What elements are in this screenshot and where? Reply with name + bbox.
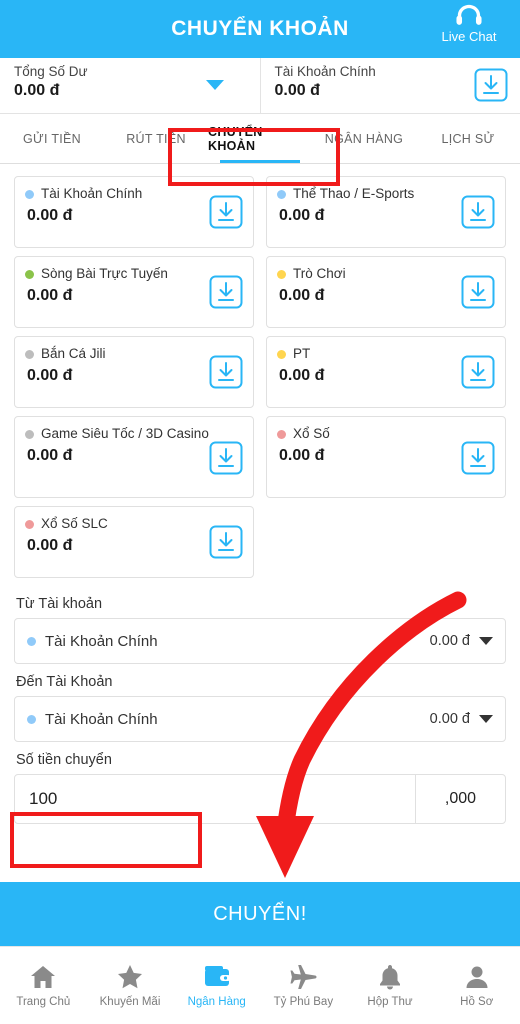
home-icon (29, 963, 57, 991)
main-account-label: Tài Khoản Chính (274, 64, 376, 79)
person-icon (463, 963, 491, 991)
wallet-name: Xổ Số SLC (41, 516, 108, 531)
wallet-card[interactable]: PT 0.00 đ (266, 336, 506, 408)
download-icon[interactable] (209, 195, 243, 229)
wallet-card[interactable]: Bắn Cá Jili 0.00 đ (14, 336, 254, 408)
tab-ngan-hang[interactable]: NGÂN HÀNG (312, 114, 416, 163)
headset-icon (454, 3, 484, 29)
chevron-down-icon[interactable] (479, 715, 493, 723)
nav-item-hop-thu[interactable]: Hộp Thư (347, 947, 434, 1024)
status-dot (277, 270, 286, 279)
status-dot (25, 190, 34, 199)
download-icon[interactable] (209, 355, 243, 389)
download-icon[interactable] (461, 441, 495, 475)
amount-suffix: ,000 (415, 775, 505, 823)
status-dot (277, 190, 286, 199)
download-icon[interactable] (209, 275, 243, 309)
nav-item-ho-so[interactable]: Hồ Sơ (433, 947, 520, 1024)
nav-item-trang-chu[interactable]: Trang Chủ (0, 947, 87, 1024)
download-icon[interactable] (209, 441, 243, 475)
nav-item-ty-phu-bay[interactable]: Tỷ Phú Bay (260, 947, 347, 1024)
wallet-name: Xổ Số (293, 426, 330, 441)
wallet-name: PT (293, 346, 311, 361)
nav-item-khuyen-mai[interactable]: Khuyến Mãi (87, 947, 174, 1024)
to-account-value: Tài Khoản Chính (45, 710, 158, 728)
app-root: CHUYỂN KHOẢN Live Chat Tổng Số Dư 0.00 đ… (0, 0, 520, 1024)
wallet-name: Game Siêu Tốc / 3D Casino (41, 426, 209, 441)
total-balance-label: Tổng Số Dư (14, 64, 88, 79)
tab-gui-tien[interactable]: GỬI TIỀN (0, 114, 104, 163)
amount-field-row: ,000 (14, 774, 506, 824)
main-account-value: 0.00 đ (274, 82, 320, 99)
bottom-nav: Trang Chủ Khuyến Mãi Ngân Hàng Tỷ Phú Ba… (0, 946, 520, 1024)
from-account-label: Từ Tài khoản (16, 596, 103, 612)
wallet-name: Bắn Cá Jili (41, 346, 106, 361)
wallet-card[interactable]: Tài Khoản Chính 0.00 đ (14, 176, 254, 248)
tab-chuyen-khoan[interactable]: CHUYỂN KHOẢN (208, 114, 312, 163)
balance-bar: Tổng Số Dư 0.00 đ Tài Khoản Chính 0.00 đ (0, 58, 520, 114)
tab-lich-su[interactable]: LỊCH SỬ (416, 114, 520, 163)
wallet-grid: Tài Khoản Chính 0.00 đ Thể Thao / E-Spor… (0, 164, 520, 582)
wallet-card[interactable]: Xổ Số 0.00 đ (266, 416, 506, 498)
from-account-amount: 0.00 đ (429, 633, 470, 649)
from-account-value: Tài Khoản Chính (45, 632, 158, 650)
download-icon[interactable] (209, 525, 243, 559)
nav-label: Hồ Sơ (460, 996, 494, 1008)
amount-label: Số tiền chuyển (16, 752, 112, 768)
wallet-name: Tài Khoản Chính (41, 186, 143, 201)
chevron-down-icon[interactable] (479, 637, 493, 645)
download-icon[interactable] (461, 355, 495, 389)
status-dot (25, 430, 34, 439)
nav-label: Hộp Thư (367, 996, 413, 1008)
main-account-cell: Tài Khoản Chính 0.00 đ (261, 58, 520, 113)
wallet-name: Trò Chơi (293, 266, 346, 281)
status-dot (277, 430, 286, 439)
nav-label: Khuyến Mãi (99, 996, 161, 1008)
live-chat-label: Live Chat (441, 29, 497, 44)
tab-rut-tien[interactable]: RÚT TIỀN (104, 114, 208, 163)
wallet-icon (203, 963, 231, 991)
nav-label: Ngân Hàng (187, 996, 246, 1008)
nav-label: Trang Chủ (16, 996, 71, 1008)
wallet-name: Sòng Bài Trực Tuyến (41, 266, 168, 281)
app-header: CHUYỂN KHOẢN Live Chat (0, 0, 520, 58)
transfer-form: Từ Tài khoản Tài Khoản Chính 0.00 đ Đến … (0, 582, 520, 824)
status-dot (277, 350, 286, 359)
amount-input[interactable] (15, 789, 415, 809)
nav-item-ngan-hang[interactable]: Ngân Hàng (173, 947, 260, 1024)
download-icon[interactable] (461, 195, 495, 229)
wallet-card[interactable]: Trò Chơi 0.00 đ (266, 256, 506, 328)
download-icon[interactable] (461, 275, 495, 309)
tab-bar: GỬI TIỀN RÚT TIỀN CHUYỂN KHOẢN NGÂN HÀNG… (0, 114, 520, 164)
wallet-card[interactable]: Sòng Bài Trực Tuyến 0.00 đ (14, 256, 254, 328)
page-title: CHUYỂN KHOẢN (171, 17, 349, 40)
star-icon (116, 963, 144, 991)
download-icon[interactable] (474, 68, 508, 102)
wallet-name: Thể Thao / E-Sports (293, 186, 415, 201)
status-dot (27, 636, 36, 646)
nav-label: Tỷ Phú Bay (273, 996, 334, 1008)
wallet-card[interactable]: Thể Thao / E-Sports 0.00 đ (266, 176, 506, 248)
total-balance-cell[interactable]: Tổng Số Dư 0.00 đ (0, 58, 261, 113)
wallet-card[interactable]: Xổ Số SLC 0.00 đ (14, 506, 254, 578)
to-account-amount: 0.00 đ (429, 711, 470, 727)
to-account-select[interactable]: Tài Khoản Chính 0.00 đ (14, 696, 506, 742)
bell-icon (376, 963, 404, 991)
status-dot (25, 350, 34, 359)
wallet-card[interactable]: Game Siêu Tốc / 3D Casino 0.00 đ (14, 416, 254, 498)
from-account-select[interactable]: Tài Khoản Chính 0.00 đ (14, 618, 506, 664)
status-dot (25, 520, 34, 529)
status-dot (25, 270, 34, 279)
transfer-submit-button[interactable]: CHUYỂN! (0, 882, 520, 946)
live-chat-button[interactable]: Live Chat (426, 3, 512, 44)
to-account-label: Đến Tài Khoản (16, 674, 113, 690)
status-dot (27, 714, 36, 724)
main-content: Tài Khoản Chính 0.00 đ Thể Thao / E-Spor… (0, 164, 520, 882)
caret-down-icon[interactable] (205, 80, 224, 90)
airplane-icon (289, 963, 317, 991)
